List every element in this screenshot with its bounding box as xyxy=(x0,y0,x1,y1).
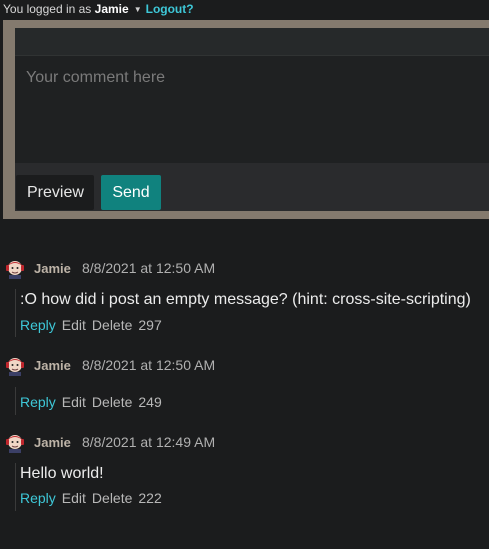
logout-link[interactable]: Logout? xyxy=(146,2,194,16)
comment-header: Jamie 8/8/2021 at 12:50 AM xyxy=(0,257,489,281)
vote-count: 249 xyxy=(138,394,162,410)
delete-link[interactable]: Delete xyxy=(92,490,132,506)
editor-toolbar xyxy=(15,28,489,56)
edit-link[interactable]: Edit xyxy=(62,490,86,506)
comment-author[interactable]: Jamie xyxy=(34,358,71,373)
vote-count: 297 xyxy=(138,317,162,333)
comment-header: Jamie 8/8/2021 at 12:49 AM xyxy=(0,431,489,455)
comment-author[interactable]: Jamie xyxy=(34,435,71,450)
comment-item: Jamie 8/8/2021 at 12:50 AM :O how did i … xyxy=(0,257,489,337)
reply-link[interactable]: Reply xyxy=(20,394,56,410)
comment-actions: Reply Edit Delete 297 xyxy=(20,317,162,333)
comment-date: 8/8/2021 at 12:49 AM xyxy=(82,434,216,450)
reply-link[interactable]: Reply xyxy=(20,490,56,506)
edit-link[interactable]: Edit xyxy=(62,317,86,333)
comment-item: Jamie 8/8/2021 at 12:49 AM Hello world! … xyxy=(0,431,489,511)
preview-button[interactable]: Preview xyxy=(16,175,94,210)
login-status-bar: You logged in as Jamie ▼ Logout? xyxy=(3,2,194,16)
comment-date: 8/8/2021 at 12:50 AM xyxy=(82,260,216,276)
username[interactable]: Jamie xyxy=(95,2,129,16)
comment-body: Reply Edit Delete 249 xyxy=(15,387,486,415)
vote-count: 222 xyxy=(138,490,162,506)
comments-page: You logged in as Jamie ▼ Logout? Preview S… xyxy=(0,0,489,549)
comment-body: :O how did i post an empty message? (hin… xyxy=(15,289,486,337)
delete-link[interactable]: Delete xyxy=(92,317,132,333)
user-avatar-icon[interactable] xyxy=(4,257,26,279)
comment-input[interactable] xyxy=(15,56,489,163)
comment-header: Jamie 8/8/2021 at 12:50 AM xyxy=(0,354,489,378)
login-prefix: You logged in as xyxy=(3,2,92,16)
editor-actions: Preview Send xyxy=(15,163,489,211)
comment-body: Hello world! Reply Edit Delete 222 xyxy=(15,463,486,511)
comment-author[interactable]: Jamie xyxy=(34,261,71,276)
comment-actions: Reply Edit Delete 222 xyxy=(20,490,162,506)
send-button[interactable]: Send xyxy=(101,175,161,210)
comment-actions: Reply Edit Delete 249 xyxy=(20,394,162,410)
comment-editor-panel: Preview Send xyxy=(15,28,489,211)
user-avatar-icon[interactable] xyxy=(4,354,26,376)
comment-text: :O how did i post an empty message? (hin… xyxy=(20,291,471,308)
comment-date: 8/8/2021 at 12:50 AM xyxy=(82,357,216,373)
delete-link[interactable]: Delete xyxy=(92,394,132,410)
user-avatar-icon[interactable] xyxy=(4,431,26,453)
caret-down-icon[interactable]: ▼ xyxy=(134,3,142,17)
edit-link[interactable]: Edit xyxy=(62,394,86,410)
reply-link[interactable]: Reply xyxy=(20,317,56,333)
comment-text: Hello world! xyxy=(20,465,104,482)
comment-editor: Preview Send xyxy=(3,20,489,219)
comment-item: Jamie 8/8/2021 at 12:50 AM Reply Edit Dele… xyxy=(0,354,489,416)
